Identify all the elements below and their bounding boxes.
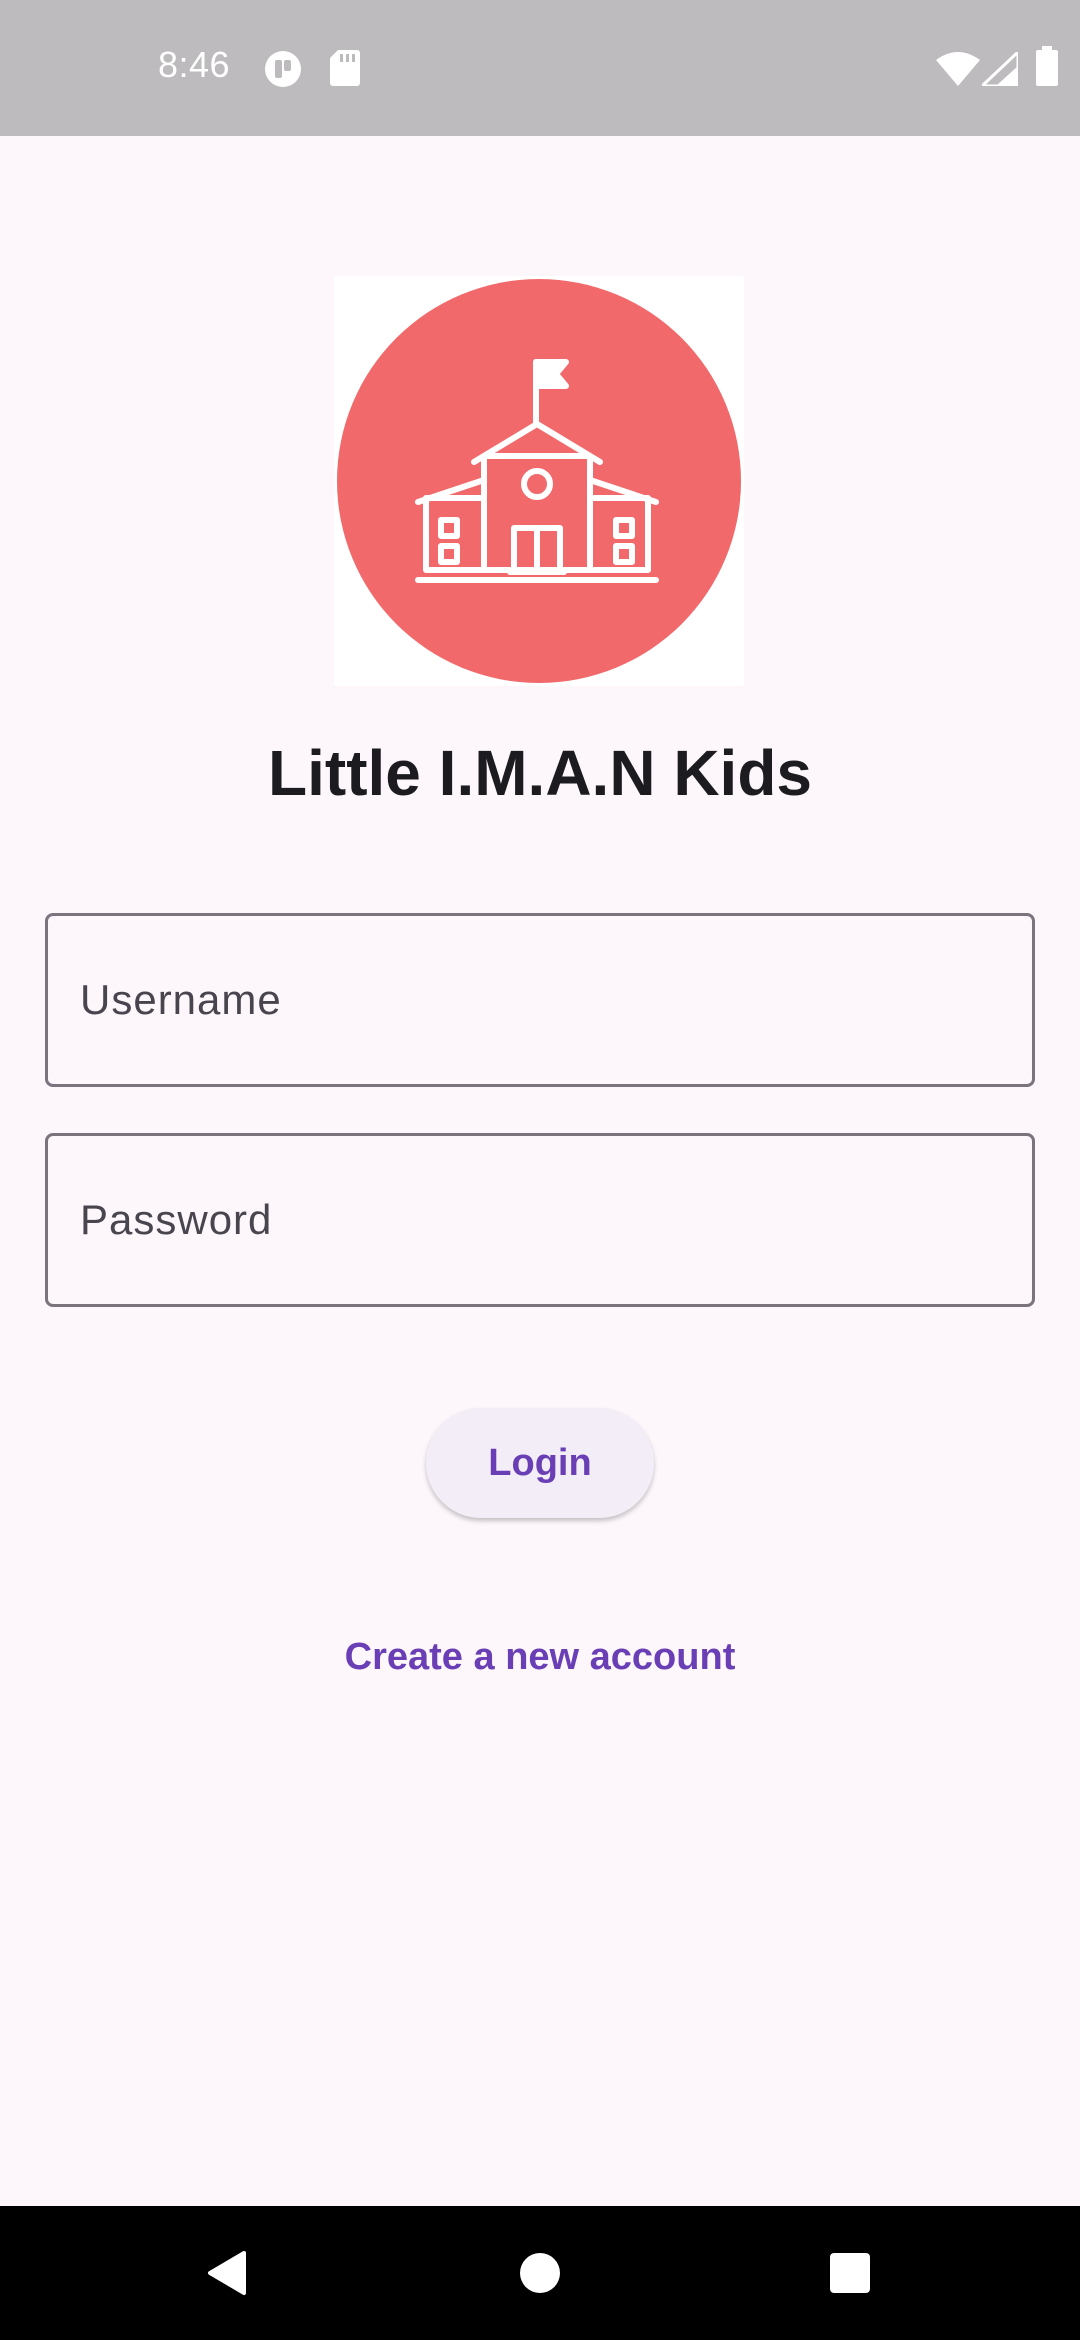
sd-card-icon [330, 50, 360, 91]
app-title: Little I.M.A.N Kids [268, 737, 812, 809]
username-field[interactable] [45, 913, 1035, 1087]
school-building-icon [337, 279, 741, 683]
notification-icon [264, 50, 302, 93]
back-icon [208, 2251, 246, 2295]
app-logo [334, 276, 744, 686]
wifi-icon [936, 52, 980, 91]
status-time: 8:46 [158, 44, 231, 85]
status-bar: 8:46 [0, 0, 1080, 136]
cell-signal-icon [978, 48, 1020, 91]
password-field[interactable] [45, 1133, 1035, 1307]
login-button[interactable]: Login [426, 1408, 654, 1518]
password-input[interactable] [48, 1136, 1032, 1304]
navigation-bar [0, 2206, 1080, 2340]
battery-icon [1036, 46, 1058, 91]
home-icon [520, 2253, 560, 2293]
create-account-link[interactable]: Create a new account [0, 1636, 1080, 1679]
username-input[interactable] [48, 916, 1032, 1084]
recents-icon [830, 2253, 870, 2293]
login-screen: Little I.M.A.N Kids Login Create a new a… [0, 136, 1080, 2206]
home-button[interactable] [480, 2206, 600, 2340]
recents-button[interactable] [790, 2206, 910, 2340]
back-button[interactable] [166, 2206, 286, 2340]
